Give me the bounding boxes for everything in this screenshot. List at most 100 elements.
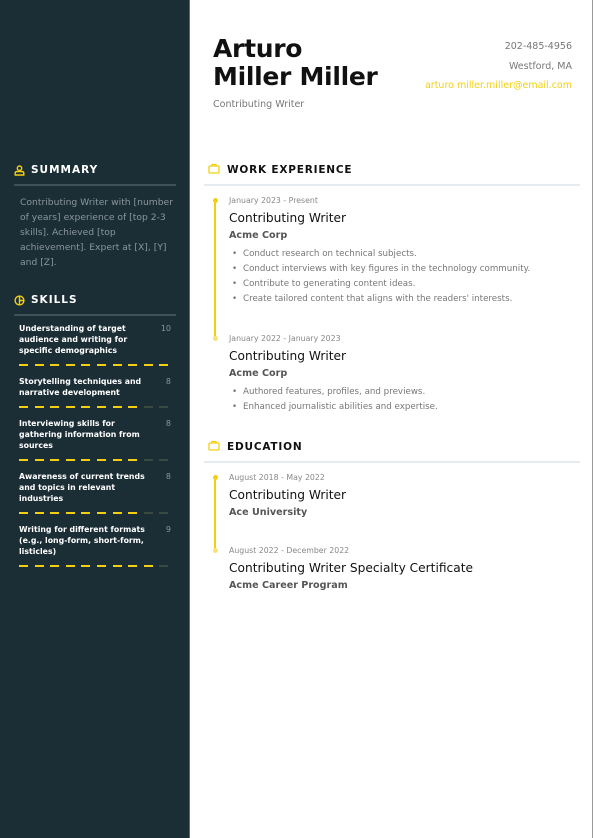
- skill-name: Awareness of current trends and topics i…: [19, 472, 145, 503]
- work-header: WORK EXPERIENCE: [204, 162, 580, 186]
- skills-title: SKILLS: [31, 294, 78, 306]
- skill-level-bar: [19, 565, 171, 567]
- skill-dash-filled: [65, 459, 75, 461]
- skill-dash-empty: [143, 459, 153, 461]
- skill-dash-filled: [65, 512, 75, 514]
- education-header: EDUCATION: [204, 439, 580, 463]
- skill-item: Writing for different formats (e.g., lon…: [19, 524, 171, 567]
- skill-row: Storytelling techniques and narrative de…: [19, 376, 171, 398]
- entry-org: Acme Corp: [229, 368, 288, 379]
- skill-dash-filled: [34, 364, 44, 366]
- skill-dash-filled: [50, 364, 60, 366]
- skill-score: 8: [165, 472, 171, 481]
- skill-dash-filled: [65, 406, 75, 408]
- skill-dash-filled: [81, 406, 91, 408]
- summary-header: SUMMARY: [14, 162, 176, 186]
- timeline-dot: [212, 197, 218, 203]
- skill-dash-filled: [50, 565, 60, 567]
- skill-level-bar: [19, 364, 171, 366]
- skill-dash-empty: [143, 512, 153, 514]
- skill-dash-filled: [19, 565, 28, 567]
- education-divider: [204, 461, 580, 463]
- full-name: Arturo Miller Miller: [213, 35, 378, 91]
- skill-dash-empty: [159, 512, 169, 514]
- first-name: Arturo: [213, 34, 303, 63]
- skill-score: 9: [165, 525, 171, 534]
- skill-dash-filled: [143, 565, 153, 567]
- skill-item: Understanding of target audience and wri…: [19, 323, 171, 366]
- timeline-dot: [212, 474, 218, 480]
- skill-dash-filled: [128, 512, 138, 514]
- page-edge: [592, 0, 593, 838]
- skill-dash-filled: [50, 512, 60, 514]
- summary-divider: [14, 184, 176, 186]
- email-link[interactable]: arturo miller.miller@email.com: [425, 76, 572, 96]
- skill-dash-filled: [159, 364, 169, 366]
- skills-divider: [14, 314, 176, 316]
- skill-level-bar: [19, 406, 171, 408]
- column-separator: [189, 0, 190, 838]
- skill-dash-filled: [112, 512, 122, 514]
- skill-dash-filled: [65, 364, 75, 366]
- skill-row: Writing for different formats (e.g., lon…: [19, 524, 171, 557]
- skill-dash-filled: [34, 406, 44, 408]
- education-entry: August 2018 - May 2022 Contributing Writ…: [229, 473, 579, 518]
- skill-level-bar: [19, 459, 171, 461]
- work-entry: January 2023 - Present Contributing Writ…: [229, 196, 579, 307]
- skill-dash-filled: [96, 364, 106, 366]
- job-role: Contributing Writer: [213, 99, 305, 110]
- skill-dash-filled: [81, 364, 91, 366]
- skill-score: 8: [165, 377, 171, 386]
- location: Westford, MA: [508, 60, 572, 72]
- bullet: Contribute to generating content ideas.: [229, 277, 579, 292]
- entry-title: Contributing Writer: [229, 349, 347, 363]
- work-entry: January 2022 - January 2023 Contributing…: [229, 334, 579, 415]
- skill-dash-filled: [81, 459, 91, 461]
- bullet: Conduct research on technical subjects.: [229, 247, 579, 262]
- timeline-dot: [212, 547, 218, 553]
- skill-dash-filled: [112, 406, 122, 408]
- entry-org: Acme Corp: [229, 230, 288, 241]
- bullet: Create tailored content that aligns with…: [229, 292, 579, 307]
- entry-org: Acme Career Program: [229, 580, 348, 591]
- skill-dash-filled: [96, 565, 106, 567]
- work-divider: [204, 184, 580, 186]
- entry-date: August 2018 - May 2022: [229, 473, 325, 482]
- skill-dash-filled: [34, 459, 44, 461]
- contact-info: 202-485-4956 Westford, MA arturo miller.…: [425, 37, 572, 96]
- entry-bullets: Conduct research on technical subjects. …: [229, 247, 579, 307]
- sidebar: SUMMARY Contributing Writer with [number…: [0, 0, 190, 838]
- work-timeline: [214, 200, 216, 338]
- skill-dash-filled: [34, 565, 44, 567]
- skill-dash-filled: [81, 565, 91, 567]
- skill-name: Interviewing skills for gathering inform…: [19, 419, 140, 450]
- summary-title: SUMMARY: [31, 164, 99, 176]
- bullet: Authored features, profiles, and preview…: [229, 385, 579, 400]
- skill-dash-filled: [128, 364, 138, 366]
- skills-header: SKILLS: [14, 292, 176, 316]
- summary-text: Contributing Writer with [number of year…: [20, 197, 173, 268]
- skill-dash-empty: [143, 406, 153, 408]
- skill-name: Storytelling techniques and narrative de…: [19, 377, 142, 397]
- skill-dash-filled: [128, 459, 138, 461]
- phone: 202-485-4956: [504, 41, 572, 52]
- skill-dash-filled: [96, 406, 106, 408]
- skill-dash-filled: [19, 406, 28, 408]
- bullet: Conduct interviews with key figures in t…: [229, 262, 579, 277]
- education-entry: August 2022 - December 2022 Contributing…: [229, 546, 579, 591]
- timeline-dot: [212, 335, 218, 341]
- skill-name: Understanding of target audience and wri…: [19, 324, 128, 355]
- skill-dash-filled: [50, 406, 60, 408]
- entry-title: Contributing Writer Specialty Certificat…: [229, 561, 473, 575]
- skill-row: Understanding of target audience and wri…: [19, 323, 171, 356]
- skill-dash-filled: [34, 512, 44, 514]
- skill-score: 10: [160, 324, 171, 333]
- last-name: Miller Miller: [213, 62, 378, 91]
- skill-row: Interviewing skills for gathering inform…: [19, 418, 171, 451]
- skill-dash-filled: [128, 565, 138, 567]
- skill-dash-filled: [19, 512, 28, 514]
- skill-dash-empty: [159, 406, 169, 408]
- skills-list: Understanding of target audience and wri…: [19, 323, 171, 577]
- entry-org: Ace University: [229, 507, 308, 518]
- entry-title: Contributing Writer: [229, 488, 347, 502]
